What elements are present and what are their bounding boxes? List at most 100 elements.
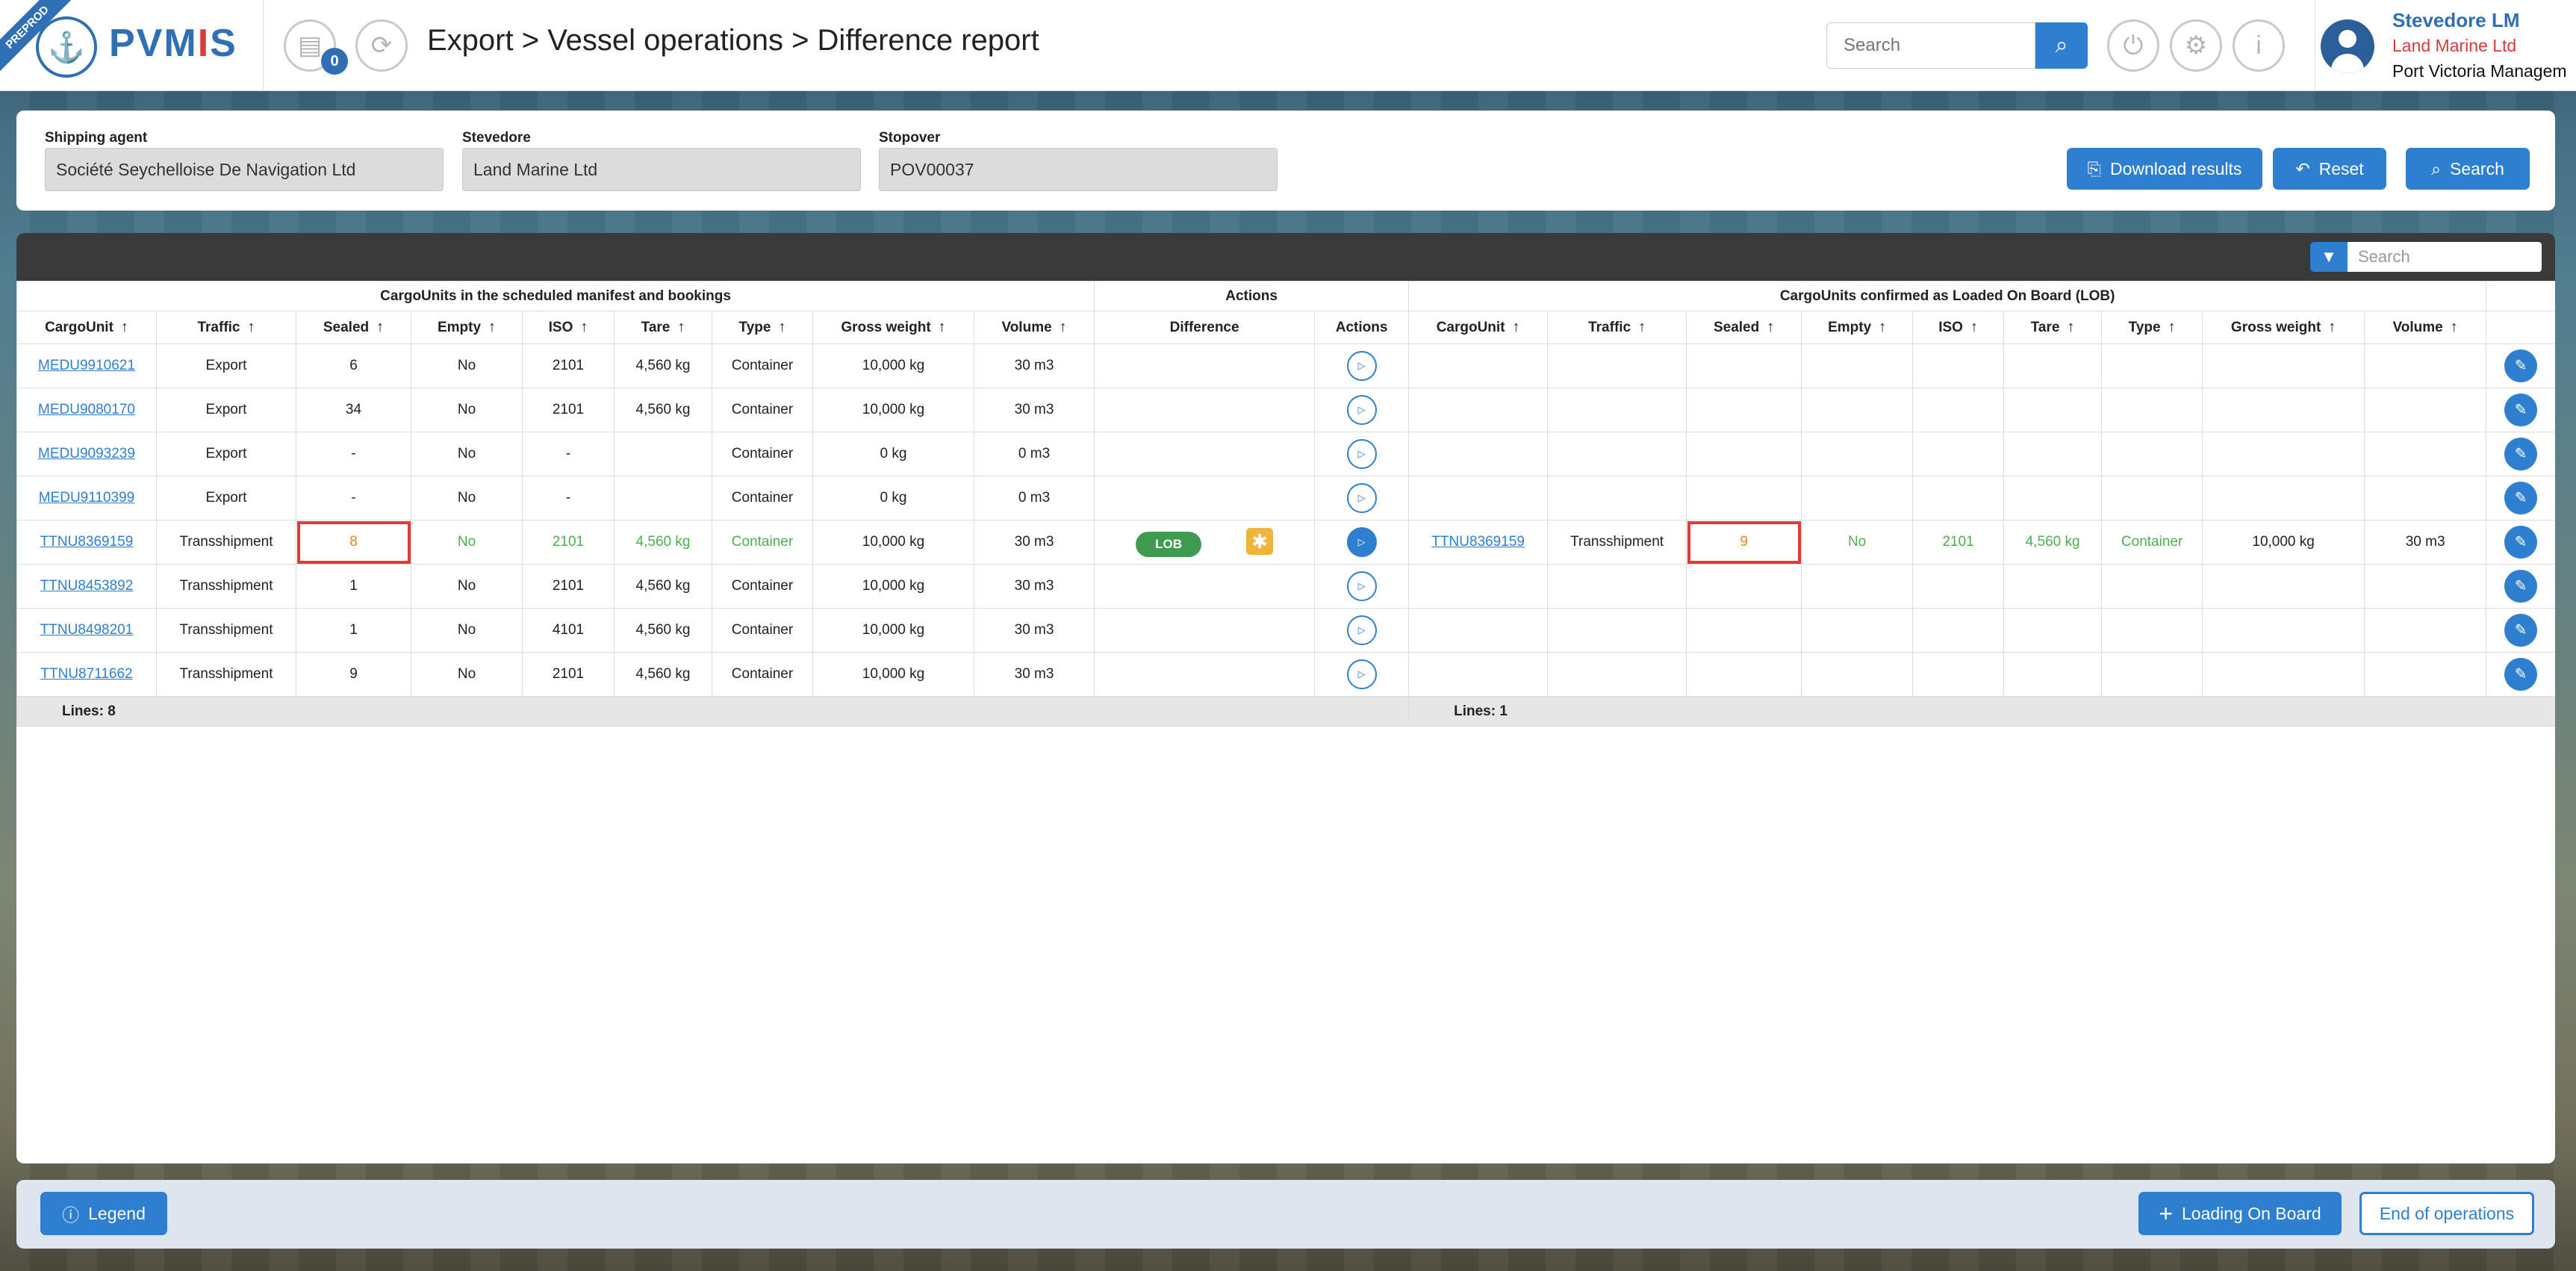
left-cell-0[interactable]: TTNU8498201 <box>16 608 157 653</box>
play-icon[interactable]: ▷ <box>1346 659 1377 689</box>
edit-icon[interactable]: ✎ <box>2504 438 2538 470</box>
left-cell-0[interactable]: TTNU8711662 <box>16 652 157 697</box>
right-cell-0[interactable] <box>1408 344 1549 388</box>
left-cell-3: No <box>411 344 523 388</box>
left-cell-5 <box>614 476 712 520</box>
column-header-left-7[interactable]: Gross weight ↑ <box>812 311 974 344</box>
sort-arrow-icon[interactable]: ↑ <box>2168 319 2176 335</box>
reset-button[interactable]: ↶ Reset <box>2273 148 2386 190</box>
left-cell-0[interactable]: TTNU8369159 <box>16 520 157 565</box>
search-icon[interactable]: ⌕ <box>2035 22 2088 69</box>
sort-arrow-icon[interactable]: ↑ <box>1879 319 1886 335</box>
column-header-left-1[interactable]: Traffic ↑ <box>156 311 296 344</box>
right-cell-6 <box>2101 652 2203 697</box>
right-cell-0[interactable] <box>1408 564 1549 609</box>
sort-arrow-icon[interactable]: ↑ <box>580 319 588 335</box>
play-icon[interactable]: ▷ <box>1346 615 1377 645</box>
column-header-right-0[interactable]: CargoUnit ↑ <box>1408 311 1549 344</box>
right-cell-4 <box>1912 476 2005 520</box>
column-header-right-8[interactable]: Volume ↑ <box>2364 311 2487 344</box>
edit-icon[interactable]: ✎ <box>2504 658 2538 691</box>
power-icon[interactable]: ⏻ <box>2107 19 2159 72</box>
column-header-right-4[interactable]: ISO ↑ <box>1912 311 2005 344</box>
sort-arrow-icon[interactable]: ↑ <box>1060 319 1067 335</box>
star-icon[interactable]: ✱ <box>1246 527 1274 555</box>
column-header-left-4[interactable]: ISO ↑ <box>522 311 615 344</box>
edit-icon[interactable]: ✎ <box>2504 394 2538 426</box>
right-cell-0[interactable] <box>1408 608 1549 653</box>
left-cell-5: 4,560 kg <box>614 608 712 653</box>
right-cell-0[interactable] <box>1408 388 1549 432</box>
column-header-right-2[interactable]: Sealed ↑ <box>1686 311 1802 344</box>
settings-icon[interactable]: ⚙ <box>2170 19 2222 72</box>
stopover-field[interactable]: POV00037 <box>879 148 1278 191</box>
sort-arrow-icon[interactable]: ↑ <box>1638 319 1646 335</box>
column-header-right-5[interactable]: Tare ↑ <box>2003 311 2103 344</box>
column-header-right-1[interactable]: Traffic ↑ <box>1547 311 1687 344</box>
column-header-right-6[interactable]: Type ↑ <box>2101 311 2203 344</box>
sort-arrow-icon[interactable]: ↑ <box>488 319 496 335</box>
edit-icon[interactable]: ✎ <box>2504 570 2538 603</box>
left-cell-1: Export <box>156 388 296 432</box>
loading-on-board-button[interactable]: + Loading On Board <box>2138 1192 2342 1235</box>
column-header-left-5[interactable]: Tare ↑ <box>614 311 712 344</box>
download-results-button[interactable]: ⎘ Download results <box>2067 148 2262 190</box>
left-cell-8: 0 m3 <box>973 432 1095 476</box>
column-header-left-8[interactable]: Volume ↑ <box>973 311 1095 344</box>
column-header-left-6[interactable]: Type ↑ <box>712 311 813 344</box>
right-cell-7 <box>2202 432 2365 476</box>
column-header-left-0[interactable]: CargoUnit ↑ <box>16 311 157 344</box>
play-icon[interactable]: ▷ <box>1346 571 1377 601</box>
sort-arrow-icon[interactable]: ↑ <box>121 319 128 335</box>
shipping-agent-field[interactable]: Société Seychelloise De Navigation Ltd <box>45 148 444 191</box>
legend-button[interactable]: ⓘ Legend <box>40 1192 167 1235</box>
search-button[interactable]: ⌕ Search <box>2406 148 2530 190</box>
right-cell-0[interactable]: TTNU8369159 <box>1408 520 1549 565</box>
right-cell-5 <box>2003 432 2103 476</box>
sort-arrow-icon[interactable]: ↑ <box>248 319 255 335</box>
end-of-operations-button[interactable]: End of operations <box>2359 1192 2534 1235</box>
refresh-icon[interactable]: ⟳ <box>355 19 408 72</box>
sort-arrow-icon[interactable]: ↑ <box>2451 319 2458 335</box>
info-icon[interactable]: i <box>2233 19 2285 72</box>
sort-arrow-icon[interactable]: ↑ <box>1513 319 1520 335</box>
play-icon[interactable]: ▷ <box>1346 483 1377 513</box>
edit-icon[interactable]: ✎ <box>2504 614 2538 647</box>
left-cell-0[interactable]: MEDU9093239 <box>16 432 157 476</box>
app-logo[interactable]: PVMIS <box>109 21 237 66</box>
left-cell-0[interactable]: MEDU9110399 <box>16 476 157 520</box>
left-cell-1: Export <box>156 432 296 476</box>
play-icon[interactable]: ▷ <box>1346 527 1377 557</box>
left-cell-0[interactable]: TTNU8453892 <box>16 564 157 609</box>
left-cell-0[interactable]: MEDU9910621 <box>16 344 157 388</box>
column-header-left-2[interactable]: Sealed ↑ <box>296 311 411 344</box>
sort-arrow-icon[interactable]: ↑ <box>1767 319 1774 335</box>
sort-arrow-icon[interactable]: ↑ <box>2067 319 2074 335</box>
stevedore-field[interactable]: Land Marine Ltd <box>462 148 861 191</box>
right-cell-0[interactable] <box>1408 432 1549 476</box>
column-header-right-7[interactable]: Gross weight ↑ <box>2202 311 2365 344</box>
table-search-input[interactable]: Search <box>2348 242 2542 272</box>
right-cell-0[interactable] <box>1408 652 1549 697</box>
right-cell-0[interactable] <box>1408 476 1549 520</box>
edit-icon[interactable]: ✎ <box>2504 526 2538 559</box>
sort-arrow-icon[interactable]: ↑ <box>2328 319 2336 335</box>
sort-arrow-icon[interactable]: ↑ <box>1970 319 1978 335</box>
play-icon[interactable]: ▷ <box>1346 395 1377 425</box>
header-search-input[interactable] <box>1826 22 2035 69</box>
left-cell-7: 10,000 kg <box>812 520 974 565</box>
play-icon[interactable]: ▷ <box>1346 439 1377 469</box>
sort-arrow-icon[interactable]: ↑ <box>939 319 946 335</box>
left-cell-0[interactable]: MEDU9080170 <box>16 388 157 432</box>
right-cell-6 <box>2101 608 2203 653</box>
sort-arrow-icon[interactable]: ↑ <box>677 319 685 335</box>
user-avatar-icon[interactable] <box>2321 19 2374 73</box>
edit-icon[interactable]: ✎ <box>2504 349 2538 382</box>
filter-icon[interactable]: ▼ <box>2310 242 2348 272</box>
play-icon[interactable]: ▷ <box>1346 351 1377 381</box>
sort-arrow-icon[interactable]: ↑ <box>376 319 384 335</box>
column-header-left-3[interactable]: Empty ↑ <box>411 311 523 344</box>
edit-icon[interactable]: ✎ <box>2504 482 2538 515</box>
sort-arrow-icon[interactable]: ↑ <box>778 319 785 335</box>
column-header-right-3[interactable]: Empty ↑ <box>1801 311 1914 344</box>
